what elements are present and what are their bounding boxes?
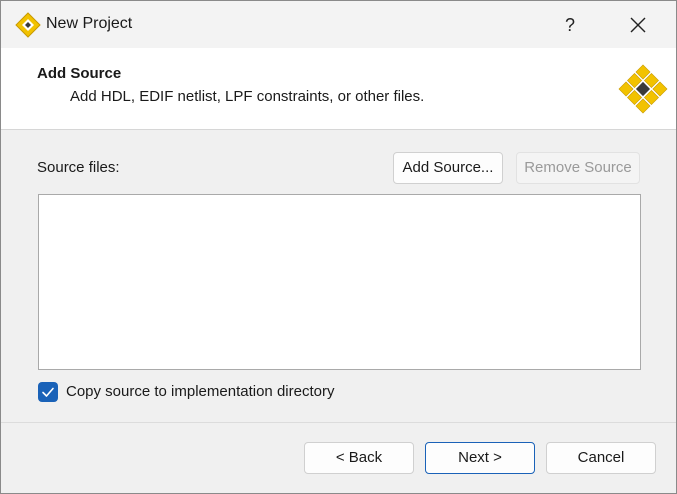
lattice-diamond-logo xyxy=(618,64,668,114)
remove-source-button[interactable]: Remove Source xyxy=(516,152,640,184)
page-title: Add Source xyxy=(37,65,122,82)
copy-source-checkbox[interactable] xyxy=(38,382,58,402)
add-source-button[interactable]: Add Source... xyxy=(393,152,503,184)
copy-source-label[interactable]: Copy source to implementation directory xyxy=(66,383,334,400)
lattice-diamond-icon xyxy=(15,12,41,38)
title-bar[interactable]: New Project ? xyxy=(1,1,676,48)
checkmark-icon xyxy=(42,387,54,397)
close-icon[interactable] xyxy=(615,7,661,43)
source-files-label: Source files: xyxy=(37,159,120,176)
page-subtitle: Add HDL, EDIF netlist, LPF constraints, … xyxy=(70,88,425,105)
help-button[interactable]: ? xyxy=(547,7,593,43)
footer-divider xyxy=(1,422,676,423)
wizard-header: Add Source Add HDL, EDIF netlist, LPF co… xyxy=(1,48,676,130)
source-file-list[interactable] xyxy=(38,194,641,370)
next-button[interactable]: Next > xyxy=(425,442,535,474)
cancel-button[interactable]: Cancel xyxy=(546,442,656,474)
new-project-dialog: New Project ? Add Source Add HDL, EDIF n… xyxy=(0,0,677,494)
window-title: New Project xyxy=(46,15,133,32)
back-button[interactable]: < Back xyxy=(304,442,414,474)
